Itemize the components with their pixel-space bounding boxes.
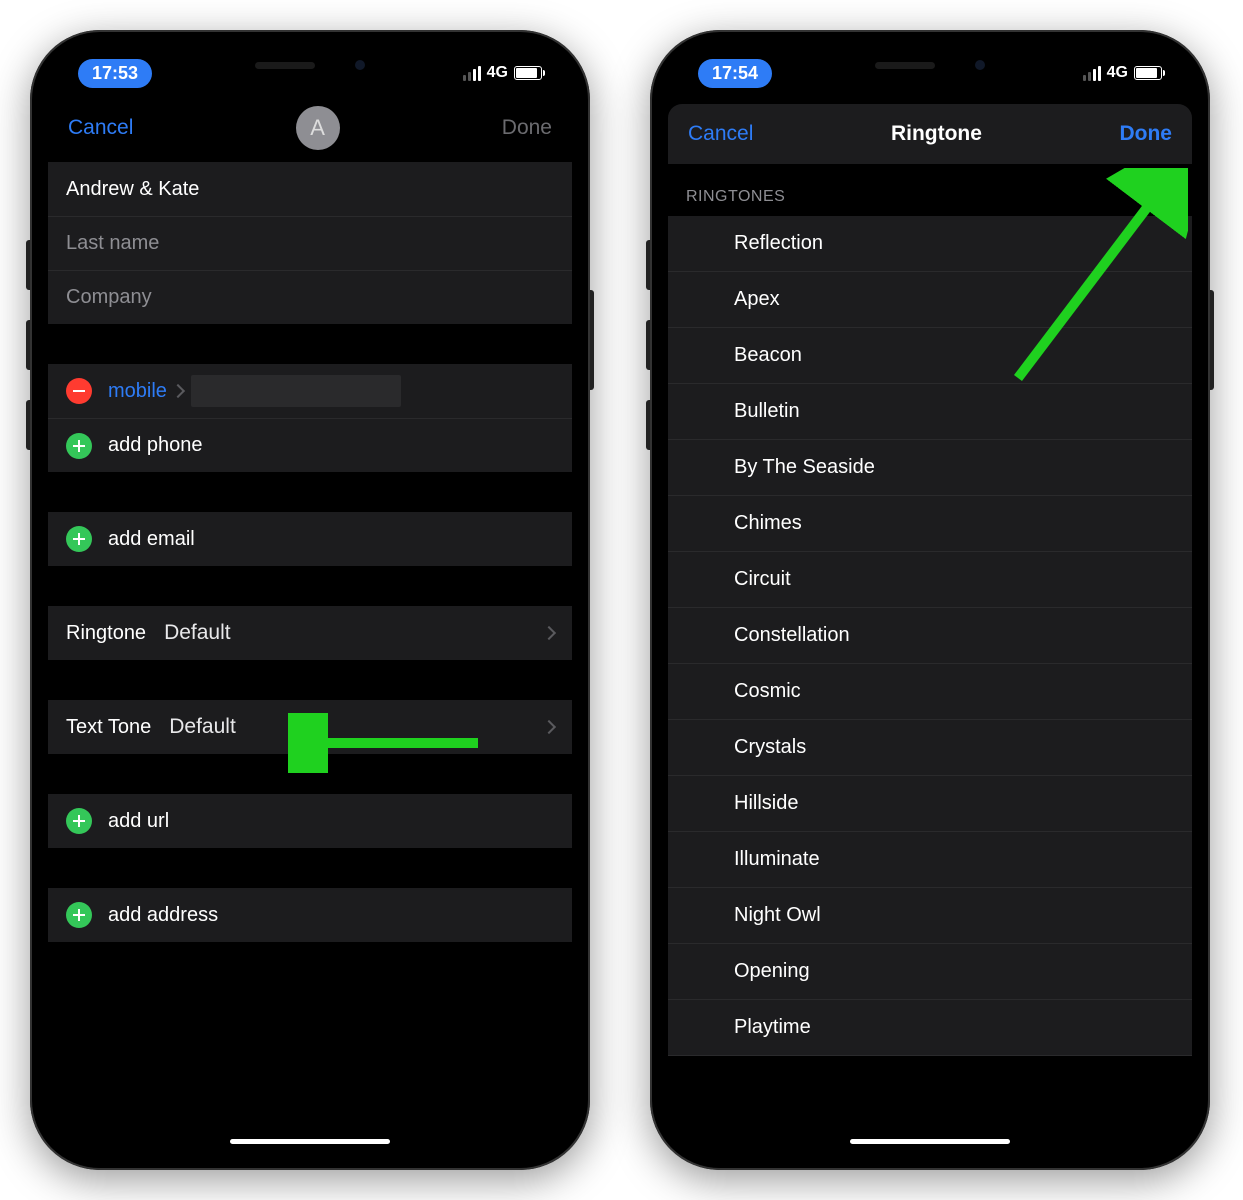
edit-contact-navbar: Cancel A Done — [48, 98, 572, 158]
texttone-row[interactable]: Text Tone Default — [48, 700, 572, 754]
ringtones-section-header: RINGTONES — [668, 164, 1192, 216]
emails-section: add email — [48, 512, 572, 566]
ringtone-section: Ringtone Default — [48, 606, 572, 660]
phone-number-redacted[interactable] — [191, 375, 401, 407]
done-button[interactable]: Done — [1119, 122, 1172, 146]
battery-icon — [1134, 66, 1162, 80]
status-right: 4G — [463, 64, 542, 82]
add-phone-row[interactable]: add phone — [48, 418, 572, 472]
ringtone-item[interactable]: Illuminate — [668, 832, 1192, 888]
chevron-icon — [542, 720, 556, 734]
edit-contact-content: Cancel A Done Andrew & Kate Last name Co… — [48, 98, 572, 1152]
ringtone-item[interactable]: Constellation — [668, 608, 1192, 664]
last-name-field[interactable]: Last name — [48, 216, 572, 270]
network-label: 4G — [487, 64, 508, 82]
ringtone-row[interactable]: Ringtone Default — [48, 606, 572, 660]
ringtone-item[interactable]: Beacon — [668, 328, 1192, 384]
status-time: 17:54 — [698, 59, 772, 88]
chevron-icon — [542, 626, 556, 640]
urls-section: add url — [48, 794, 572, 848]
ringtone-item[interactable]: Chimes — [668, 496, 1192, 552]
ringtone-item[interactable]: Cosmic — [668, 664, 1192, 720]
ringtone-item[interactable]: Reflection — [668, 216, 1192, 272]
add-email-row[interactable]: add email — [48, 512, 572, 566]
name-section: Andrew & Kate Last name Company — [48, 162, 572, 324]
phone-left: 17:53 4G Cancel A Done Andrew & Kate Las… — [30, 30, 590, 1170]
texttone-section: Text Tone Default — [48, 700, 572, 754]
cancel-button[interactable]: Cancel — [68, 116, 133, 140]
status-right: 4G — [1083, 64, 1162, 82]
contact-avatar[interactable]: A — [296, 106, 340, 150]
add-icon[interactable] — [66, 808, 92, 834]
ringtone-item[interactable]: Crystals — [668, 720, 1192, 776]
delete-icon[interactable] — [66, 378, 92, 404]
ringtone-item[interactable]: Hillside — [668, 776, 1192, 832]
network-label: 4G — [1107, 64, 1128, 82]
add-icon[interactable] — [66, 433, 92, 459]
ringtone-content: Cancel Ringtone Done RINGTONES Reflectio… — [668, 98, 1192, 1152]
ringtone-item[interactable]: Apex — [668, 272, 1192, 328]
add-address-row[interactable]: add address — [48, 888, 572, 942]
screen-left: 17:53 4G Cancel A Done Andrew & Kate Las… — [48, 48, 572, 1152]
chevron-icon — [171, 384, 185, 398]
battery-icon — [514, 66, 542, 80]
done-button[interactable]: Done — [502, 116, 552, 140]
ringtone-list[interactable]: ReflectionApexBeaconBulletinBy The Seasi… — [668, 216, 1192, 1056]
phones-section: mobile add phone — [48, 364, 572, 472]
nav-title: Ringtone — [891, 122, 982, 146]
ringtone-item[interactable]: Bulletin — [668, 384, 1192, 440]
ringtone-navbar: Cancel Ringtone Done — [668, 104, 1192, 164]
add-icon[interactable] — [66, 902, 92, 928]
ringtone-item[interactable]: Night Owl — [668, 888, 1192, 944]
phone-right: 17:54 4G Cancel Ringtone Done RINGTONES … — [650, 30, 1210, 1170]
add-icon[interactable] — [66, 526, 92, 552]
notch — [195, 48, 425, 82]
ringtone-item[interactable]: Opening — [668, 944, 1192, 1000]
addresses-section: add address — [48, 888, 572, 942]
home-indicator[interactable] — [850, 1139, 1010, 1144]
company-field[interactable]: Company — [48, 270, 572, 324]
first-name-field[interactable]: Andrew & Kate — [48, 162, 572, 216]
cancel-button[interactable]: Cancel — [688, 122, 753, 146]
add-url-row[interactable]: add url — [48, 794, 572, 848]
status-time: 17:53 — [78, 59, 152, 88]
ringtone-item[interactable]: Circuit — [668, 552, 1192, 608]
signal-icon — [1083, 66, 1101, 81]
ringtone-item[interactable]: By The Seaside — [668, 440, 1192, 496]
phone-type-label[interactable]: mobile — [108, 380, 167, 403]
ringtone-item[interactable]: Playtime — [668, 1000, 1192, 1056]
signal-icon — [463, 66, 481, 81]
phone-row-mobile[interactable]: mobile — [48, 364, 572, 418]
home-indicator[interactable] — [230, 1139, 390, 1144]
notch — [815, 48, 1045, 82]
screen-right: 17:54 4G Cancel Ringtone Done RINGTONES … — [668, 48, 1192, 1152]
